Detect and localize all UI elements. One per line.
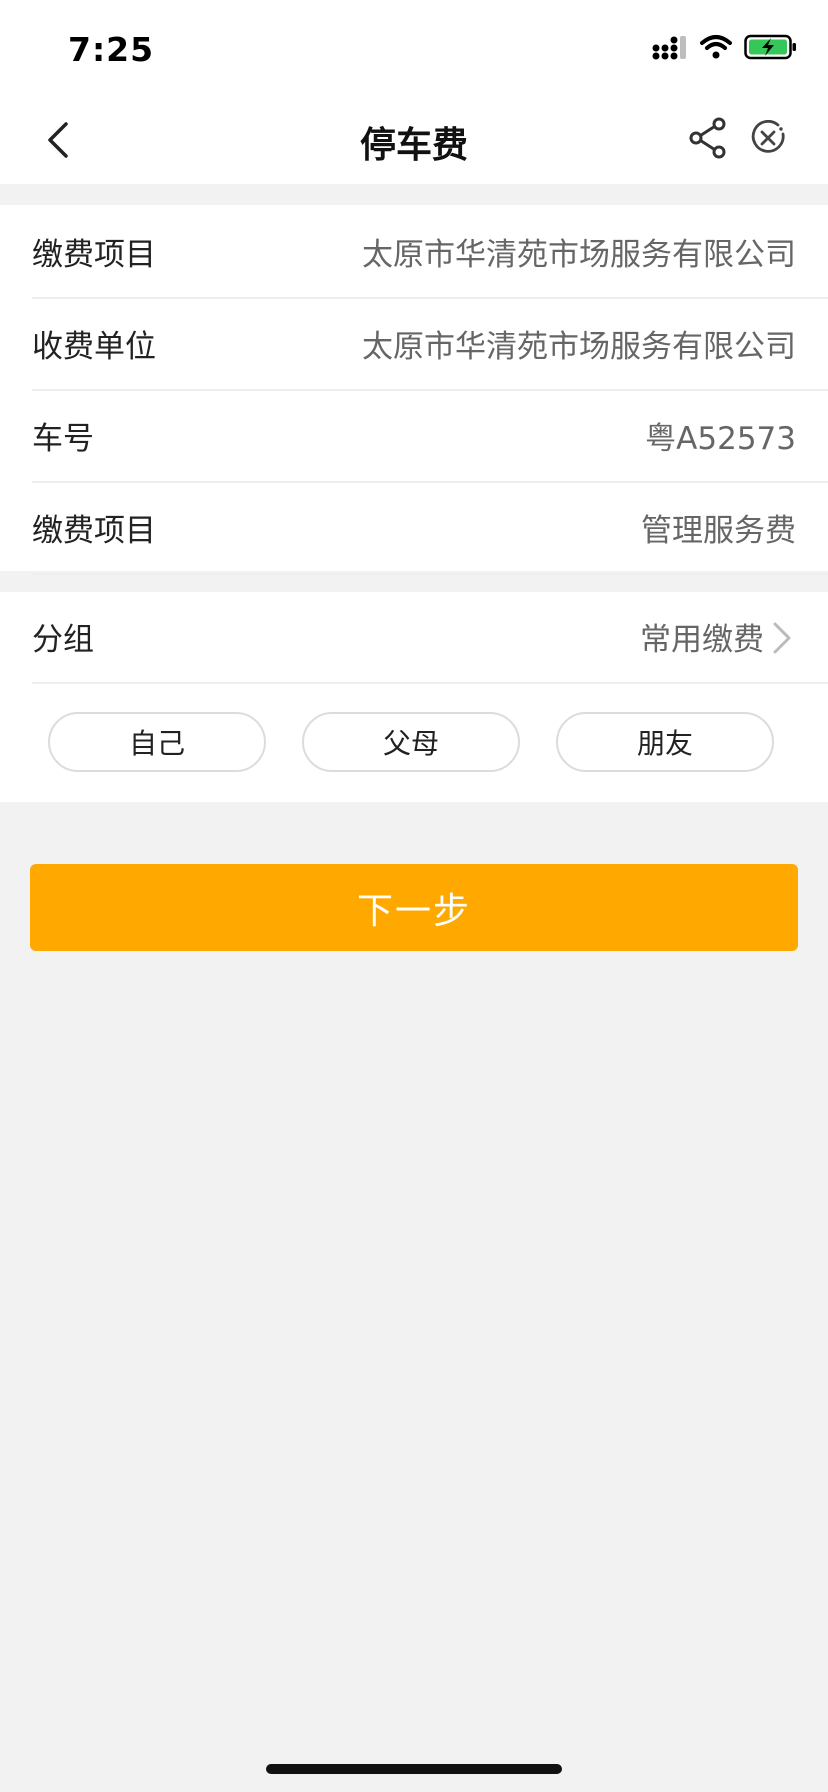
home-indicator (266, 1764, 562, 1774)
group-value: 常用缴费 (640, 622, 764, 658)
group-label: 分组 (32, 622, 94, 658)
close-button[interactable] (744, 114, 792, 162)
detail-label: 车号 (32, 421, 94, 457)
detail-row-item: 缴费项目 太原市华清苑市场服务有限公司 (32, 205, 828, 299)
chevron-right-icon (773, 622, 791, 654)
detail-label: 缴费项目 (32, 513, 156, 549)
detail-label: 缴费项目 (32, 237, 156, 273)
next-step-button[interactable]: 下一步 (30, 864, 798, 951)
detail-row-plate: 车号 粤A52573 (32, 389, 828, 483)
status-bar: 7:25 (0, 0, 828, 96)
status-icons (652, 34, 798, 64)
status-time: 7:25 (68, 30, 155, 69)
detail-label: 收费单位 (32, 329, 156, 365)
share-icon (689, 117, 726, 159)
wifi-icon (700, 34, 732, 64)
close-circle-icon (751, 120, 785, 153)
share-button[interactable] (684, 114, 732, 162)
group-chip-friends[interactable]: 朋友 (556, 712, 774, 772)
payment-details-card: 缴费项目 太原市华清苑市场服务有限公司 收费单位 太原市华清苑市场服务有限公司 … (0, 205, 828, 575)
group-chip-parents[interactable]: 父母 (302, 712, 520, 772)
signal-icon (652, 34, 688, 64)
group-selector[interactable]: 分组 常用缴费 (32, 592, 828, 684)
nav-bar: 停车费 (0, 96, 828, 184)
group-card: 分组 常用缴费 自己 父母 朋友 (0, 592, 828, 802)
detail-row-fee-type: 缴费项目 管理服务费 (32, 481, 828, 575)
detail-value: 太原市华清苑市场服务有限公司 (362, 329, 796, 365)
group-chip-self[interactable]: 自己 (48, 712, 266, 772)
detail-value: 管理服务费 (641, 513, 796, 549)
detail-value: 粤A52573 (645, 421, 796, 457)
detail-row-payee: 收费单位 太原市华清苑市场服务有限公司 (32, 297, 828, 391)
battery-charging-icon (744, 34, 798, 64)
detail-value: 太原市华清苑市场服务有限公司 (362, 237, 796, 273)
